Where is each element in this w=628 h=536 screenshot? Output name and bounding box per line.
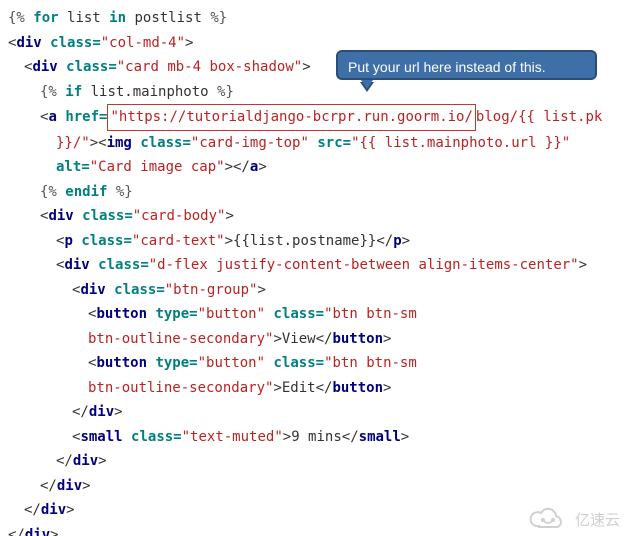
code-line: <button type="button" class="btn btn-sm: [8, 302, 620, 327]
code-line: {% for list in postlist %}: [8, 6, 620, 31]
annotation-callout: Put your url here instead of this.: [336, 50, 597, 80]
code-line: <div class="btn-group">: [8, 278, 620, 303]
highlighted-url: https://tutorialdjango-bcrpr.run.goorm.i…: [119, 109, 473, 125]
code-line: btn-outline-secondary">Edit</button>: [8, 376, 620, 401]
highlighted-url-box: "https://tutorialdjango-bcrpr.run.goorm.…: [107, 104, 475, 131]
code-line: btn-outline-secondary">View</button>: [8, 327, 620, 352]
cloud-icon: [528, 506, 568, 530]
code-line: }}/"><img class="card-img-top" src="{{ l…: [8, 131, 620, 156]
code-line: </div>: [8, 474, 620, 499]
code-line: <button type="button" class="btn btn-sm: [8, 351, 620, 376]
code-line: <div class="d-flex justify-content-betwe…: [8, 253, 620, 278]
code-line: <p class="card-text">{{list.postname}}</…: [8, 229, 620, 254]
annotation-text: Put your url here instead of this.: [348, 59, 546, 75]
code-line: </div>: [8, 449, 620, 474]
watermark-text: 亿速云: [575, 508, 620, 533]
code-line: <a href="https://tutorialdjango-bcrpr.ru…: [8, 104, 620, 131]
code-line: <div class="card-body">: [8, 204, 620, 229]
watermark: 亿速云: [524, 498, 628, 536]
code-line: <small class="text-muted">9 mins</small>: [8, 425, 620, 450]
code-line: </div>: [8, 400, 620, 425]
code-line: {% if list.mainphoto %}: [8, 80, 620, 105]
code-line: alt="Card image cap"></a>: [8, 155, 620, 180]
code-line: {% endif %}: [8, 180, 620, 205]
